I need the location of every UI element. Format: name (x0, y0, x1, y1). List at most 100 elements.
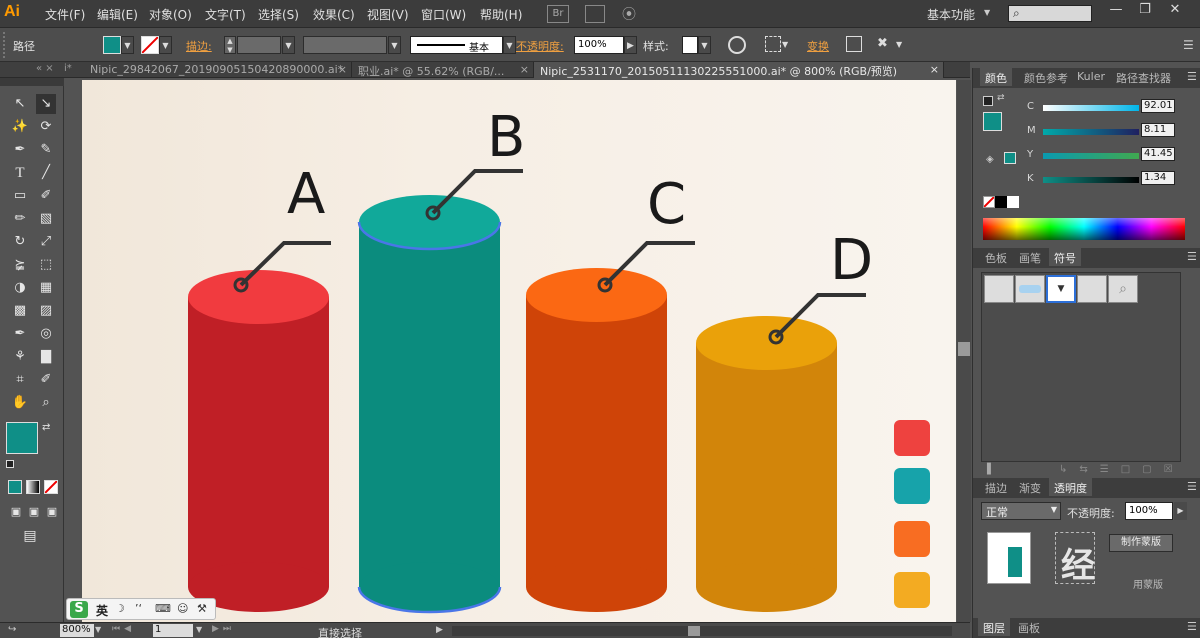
tab-swatches[interactable]: 色板 (980, 248, 1012, 266)
opacity-input[interactable]: 100% (574, 36, 624, 54)
panel-menu-icon[interactable]: ☰ (1187, 620, 1197, 633)
tab-transparency[interactable]: 透明度 (1049, 478, 1092, 496)
artboard-nav-next[interactable]: ▶⏭ (212, 624, 235, 634)
profile-dropdown[interactable]: ▼ (388, 36, 401, 54)
bridge-button[interactable]: Br (547, 5, 569, 23)
share-icon[interactable]: ↪ (8, 624, 16, 635)
brush-definition[interactable]: 基本 (410, 36, 503, 54)
type-tool-icon[interactable]: T (10, 163, 30, 183)
color-mode-icon[interactable] (8, 480, 22, 494)
minimize-button[interactable]: — (1103, 2, 1129, 20)
cylinder-c[interactable] (526, 241, 695, 612)
style-dropdown[interactable]: ▼ (698, 36, 711, 54)
punctuation-icon[interactable]: ’‘ (135, 602, 142, 615)
brush-dropdown[interactable]: ▼ (503, 36, 516, 54)
pen-tool-icon[interactable]: ✒ (10, 140, 30, 160)
curvature-tool-icon[interactable]: ✎ (36, 140, 56, 160)
fill-swatch[interactable] (103, 36, 121, 54)
horizontal-scrollbar[interactable] (452, 626, 952, 636)
pencil-tool-icon[interactable]: ✏ (10, 209, 30, 229)
menu-effect[interactable]: 效果(C) (313, 6, 355, 23)
slice-tool-icon[interactable]: ✐ (36, 370, 56, 390)
recolor-artwork-icon[interactable] (728, 36, 746, 54)
stroke-weight-stepper[interactable]: ▲ ▼ (224, 36, 236, 54)
opacity-arrow[interactable]: ▶ (624, 36, 637, 54)
gpu-performance-icon[interactable]: ⦿ (622, 4, 646, 24)
cylinder-b[interactable] (357, 169, 523, 614)
close-icon[interactable]: × (338, 63, 347, 76)
channel-c-input[interactable]: 92.01 (1141, 99, 1175, 113)
channel-m-slider[interactable] (1043, 129, 1139, 135)
channel-k-input[interactable]: 1.34 (1141, 171, 1175, 185)
panel-menu-icon[interactable]: ☰ (1187, 250, 1197, 263)
symbol-item[interactable] (984, 275, 1014, 303)
stroke-weight-input[interactable] (237, 36, 281, 54)
shape-builder-tool-icon[interactable]: ◑ (10, 278, 30, 298)
gradient-tool-icon[interactable]: ▨ (36, 301, 56, 321)
tab-gradient[interactable]: 渐变 (1014, 478, 1046, 496)
tabs-overflow-icon[interactable]: i* (64, 63, 72, 74)
panel-menu-icon[interactable]: ☰ (1187, 480, 1197, 493)
tab-color[interactable]: 颜色 (980, 68, 1012, 86)
close-button[interactable]: ✕ (1162, 2, 1188, 20)
tab-stroke[interactable]: 描边 (980, 478, 1012, 496)
tab-document-3[interactable]: Nipic_2531170_20150511130225551000.ai* @… (534, 62, 944, 78)
selection-tool-icon[interactable]: ↖ (10, 94, 30, 114)
fill-dropdown[interactable]: ▼ (121, 36, 134, 54)
transform-label[interactable]: 变换 (807, 38, 829, 54)
symbol-libraries-icon[interactable]: ▐ (983, 464, 991, 475)
eyedropper-tool-icon[interactable]: ✒ (10, 324, 30, 344)
artboard-number-input[interactable]: 1 (153, 624, 193, 637)
opacity-label[interactable]: 不透明度: (516, 38, 564, 54)
moon-icon[interactable]: ☽ (115, 602, 125, 615)
gradient-mode-icon[interactable] (26, 480, 40, 494)
blend-mode-select[interactable]: 正常 ▼ (981, 502, 1061, 520)
status-arrow[interactable]: ▶ (436, 625, 443, 635)
width-tool-icon[interactable]: ⪶ (10, 255, 30, 275)
arrange-documents-icon[interactable] (585, 5, 605, 23)
stroke-dropdown[interactable]: ▼ (159, 36, 172, 54)
close-icon[interactable]: × (930, 63, 939, 76)
line-tool-icon[interactable]: ╱ (36, 163, 56, 183)
column-graph-tool-icon[interactable]: ▇ (36, 347, 56, 367)
horizontal-scrollbar-thumb[interactable] (688, 626, 700, 636)
symbol-actions-icons[interactable]: ↳⇆☰□▢☒ (1059, 464, 1185, 475)
channel-c-slider[interactable] (1043, 105, 1139, 111)
artboard-nav-prev[interactable]: ⏮◀ (112, 624, 135, 634)
rotate-tool-icon[interactable]: ↻ (10, 232, 30, 252)
stroke-label[interactable]: 描边: (186, 38, 212, 54)
zoom-tool-icon[interactable]: ⌕ (36, 393, 56, 413)
perspective-grid-tool-icon[interactable]: ▦ (36, 278, 56, 298)
make-mask-button[interactable]: 制作蒙版 (1109, 534, 1173, 552)
zoom-dropdown[interactable]: ▼ (95, 625, 101, 634)
ime-language[interactable]: 英 (96, 602, 108, 619)
artboard-canvas[interactable]: A B C D (82, 80, 956, 622)
white-swatch[interactable] (1007, 196, 1019, 208)
close-icon[interactable]: × (520, 63, 529, 76)
draw-inside-icon[interactable]: ▣ (42, 502, 62, 522)
panel-menu-icon[interactable]: ☰ (1187, 70, 1197, 83)
draw-behind-icon[interactable]: ▣ (24, 502, 44, 522)
align-selection-icon[interactable] (765, 36, 781, 52)
search-input[interactable]: ⌕ (1008, 5, 1092, 22)
menu-view[interactable]: 视图(V) (367, 6, 409, 23)
cylinder-a[interactable] (188, 241, 331, 612)
wrench-icon[interactable]: ⚒ (197, 602, 207, 615)
tab-kuler[interactable]: Kuler (1072, 68, 1110, 86)
zoom-input[interactable]: 800% (60, 624, 94, 637)
direct-selection-tool-icon[interactable]: ↘ (36, 94, 56, 114)
fill-color-box[interactable] (6, 422, 38, 454)
stroke-none-swatch[interactable] (141, 36, 159, 54)
symbol-item-selected[interactable]: ▼ (1046, 275, 1076, 303)
draw-normal-icon[interactable]: ▣ (6, 502, 26, 522)
ime-logo-icon[interactable]: S (70, 601, 88, 618)
vertical-scrollbar[interactable] (957, 80, 971, 622)
cylinder-d[interactable] (696, 293, 866, 612)
magnifier-symbol-icon[interactable]: ⌕ (1108, 275, 1138, 303)
menu-edit[interactable]: 编辑(E) (97, 6, 138, 23)
rectangle-tool-icon[interactable]: ▭ (10, 186, 30, 206)
channel-k-slider[interactable] (1043, 177, 1139, 183)
symbol-sprayer-tool-icon[interactable]: ⚘ (10, 347, 30, 367)
symbol-item[interactable] (1015, 275, 1045, 303)
tab-layers[interactable]: 图层 (978, 618, 1010, 636)
